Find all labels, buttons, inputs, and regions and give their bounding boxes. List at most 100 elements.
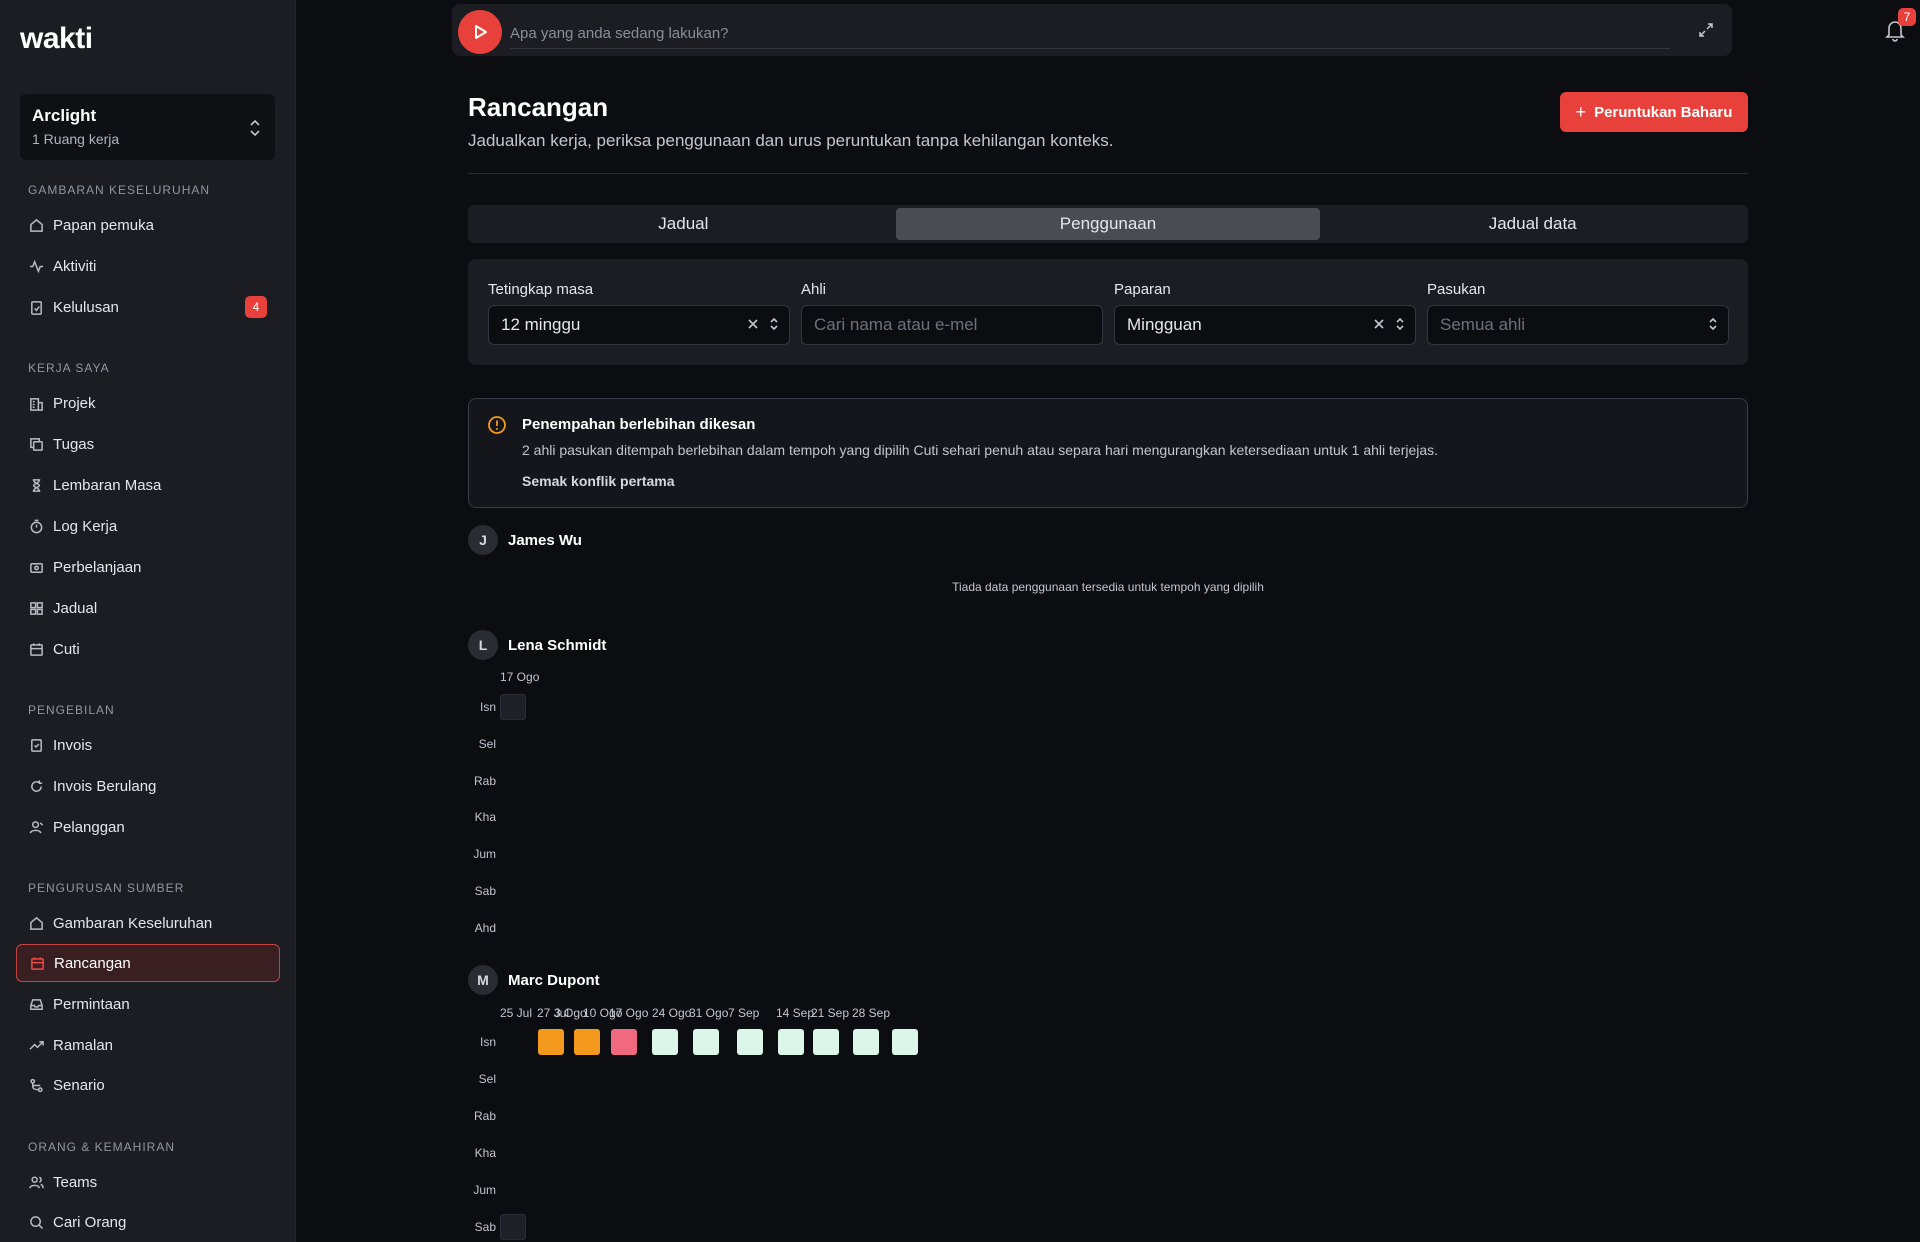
sidebar-item-teams[interactable]: Teams xyxy=(16,1163,280,1201)
sidebar-item-leave[interactable]: Cuti xyxy=(16,630,280,668)
sidebar-item-find-people[interactable]: Cari Orang xyxy=(16,1203,280,1241)
sidebar-item-projects[interactable]: Projek xyxy=(16,384,280,422)
sidebar-item-scenarios[interactable]: Senario xyxy=(16,1066,280,1104)
alert-message: 2 ahli pasukan ditempah berlebihan dalam… xyxy=(522,442,1439,458)
sidebar-item-planning[interactable]: Rancangan xyxy=(16,944,280,982)
warning-circle-icon xyxy=(488,416,506,434)
sidebar-item-invoices[interactable]: Invois xyxy=(16,726,280,764)
approvals-count-badge: 4 xyxy=(245,296,267,318)
sidebar-item-label: Jadual xyxy=(53,599,98,617)
day-label: Rab xyxy=(473,773,496,788)
start-timer-button[interactable] xyxy=(458,10,502,54)
week-label: 31 Ogo xyxy=(689,1006,729,1020)
sidebar-item-label: Papan pemuka xyxy=(53,216,154,234)
team-label: Pasukan xyxy=(1427,281,1486,298)
week-label: 7 Sep xyxy=(728,1006,760,1020)
utilization-cell[interactable] xyxy=(778,1029,804,1055)
home-icon xyxy=(30,916,43,930)
sidebar-item-requests[interactable]: Permintaan xyxy=(16,985,280,1023)
sidebar-item-label: Projek xyxy=(53,394,96,412)
time-range-value: 12 minggu xyxy=(501,315,581,334)
utilization-cell[interactable] xyxy=(611,1029,637,1055)
play-icon xyxy=(475,25,487,39)
sidebar-item-label: Perbelanjaan xyxy=(53,558,142,576)
empty-state-message: Tiada data penggunaan tersedia untuk tem… xyxy=(952,580,1264,594)
day-label: Isn xyxy=(479,700,496,714)
review-first-conflict-link[interactable]: Semak konflik pertama xyxy=(522,473,675,489)
utilization-cell[interactable] xyxy=(853,1029,879,1055)
sidebar-item-label: Invois xyxy=(53,736,93,754)
sidebar-item-forecast[interactable]: Ramalan xyxy=(16,1026,280,1064)
sidebar-item-dashboard[interactable]: Papan pemuka xyxy=(16,206,280,244)
member-search-field[interactable] xyxy=(801,305,1103,345)
week-label: 14 Sep xyxy=(776,1006,815,1020)
chevron-up-down-icon xyxy=(770,317,778,331)
tab-utilization[interactable]: Penggunaan xyxy=(895,208,1321,240)
sidebar-item-tasks[interactable]: Tugas xyxy=(16,425,280,463)
team-select[interactable]: Semua ahli xyxy=(1427,305,1729,345)
utilization-cell[interactable] xyxy=(538,1029,564,1055)
utilization-cell[interactable] xyxy=(500,1214,526,1240)
avatar: L xyxy=(468,630,498,660)
expand-icon[interactable] xyxy=(1698,22,1714,38)
sidebar-item-resource-overview[interactable]: Gambaran Keseluruhan xyxy=(16,904,280,942)
clear-icon[interactable] xyxy=(1373,318,1385,330)
page-subtitle: Jadualkan kerja, periksa penggunaan dan … xyxy=(468,131,1114,150)
person-name[interactable]: Lena Schmidt xyxy=(508,637,606,654)
tab-schedule[interactable]: Jadual xyxy=(471,208,896,240)
member-search-input[interactable] xyxy=(814,315,1090,335)
member-label: Ahli xyxy=(801,281,827,298)
utilization-cell[interactable] xyxy=(693,1029,719,1055)
invoice-icon xyxy=(31,738,42,752)
day-label: Jum xyxy=(473,1183,496,1197)
utilization-cell[interactable] xyxy=(500,694,526,720)
sidebar-item-expenses[interactable]: Perbelanjaan xyxy=(16,548,280,586)
page-title: Rancangan xyxy=(468,92,609,122)
sidebar-item-label: Permintaan xyxy=(53,995,130,1013)
sidebar: wakti Arclight 1 Ruang kerja GAMBARAN KE… xyxy=(0,0,296,1242)
tab-data-table[interactable]: Jadual data xyxy=(1320,208,1745,240)
sidebar-item-recurring-invoices[interactable]: Invois Berulang xyxy=(16,767,280,805)
calendar-icon xyxy=(30,642,43,656)
utilization-cell[interactable] xyxy=(652,1029,678,1055)
home-icon xyxy=(30,218,43,232)
chevron-up-down-icon xyxy=(250,119,260,137)
sidebar-item-approvals[interactable]: Kelulusan 4 xyxy=(16,288,280,326)
hourglass-icon xyxy=(32,478,41,492)
new-allocation-button[interactable]: + Peruntukan Baharu xyxy=(1560,92,1748,132)
trend-icon xyxy=(29,1040,44,1050)
sidebar-item-label: Tugas xyxy=(53,435,95,453)
utilization-cell[interactable] xyxy=(737,1029,763,1055)
view-label: Paparan xyxy=(1114,281,1171,298)
app-logo[interactable]: wakti xyxy=(20,22,93,56)
alert-title: Penempahan berlebihan dikesan xyxy=(522,416,756,433)
day-label: Sab xyxy=(474,1220,496,1234)
person-name[interactable]: Marc Dupont xyxy=(508,972,600,989)
workspace-switcher[interactable]: Arclight 1 Ruang kerja xyxy=(20,94,275,160)
week-label: 28 Sep xyxy=(852,1006,891,1020)
sidebar-item-label: Rancangan xyxy=(54,954,131,972)
view-select[interactable]: Mingguan xyxy=(1114,305,1416,345)
sidebar-item-worklog[interactable]: Log Kerja xyxy=(16,507,280,545)
sidebar-item-customers[interactable]: Pelanggan xyxy=(16,808,280,846)
sidebar-item-timesheets[interactable]: Lembaran Masa xyxy=(16,466,280,504)
utilization-cell[interactable] xyxy=(813,1029,839,1055)
receipt-icon xyxy=(30,562,43,573)
section-title-my-work: KERJA SAYA xyxy=(28,361,110,375)
sidebar-item-label: Ramalan xyxy=(53,1036,114,1054)
header-divider xyxy=(468,173,1748,174)
sidebar-item-label: Teams xyxy=(53,1173,98,1191)
clear-icon[interactable] xyxy=(747,318,759,330)
utilization-cell[interactable] xyxy=(574,1029,600,1055)
person-name[interactable]: James Wu xyxy=(508,532,582,549)
week-label: 17 Ogo xyxy=(609,1006,649,1020)
workspace-name: Arclight xyxy=(32,106,97,125)
sidebar-item-activity[interactable]: Aktiviti xyxy=(16,247,280,285)
activity-input[interactable] xyxy=(510,19,1670,49)
refresh-icon xyxy=(31,779,43,792)
time-range-select[interactable]: 12 minggu xyxy=(488,305,790,345)
utilization-cell[interactable] xyxy=(892,1029,918,1055)
sidebar-item-label: Kelulusan xyxy=(53,298,119,316)
search-icon xyxy=(30,1215,44,1229)
sidebar-item-schedule[interactable]: Jadual xyxy=(16,589,280,627)
